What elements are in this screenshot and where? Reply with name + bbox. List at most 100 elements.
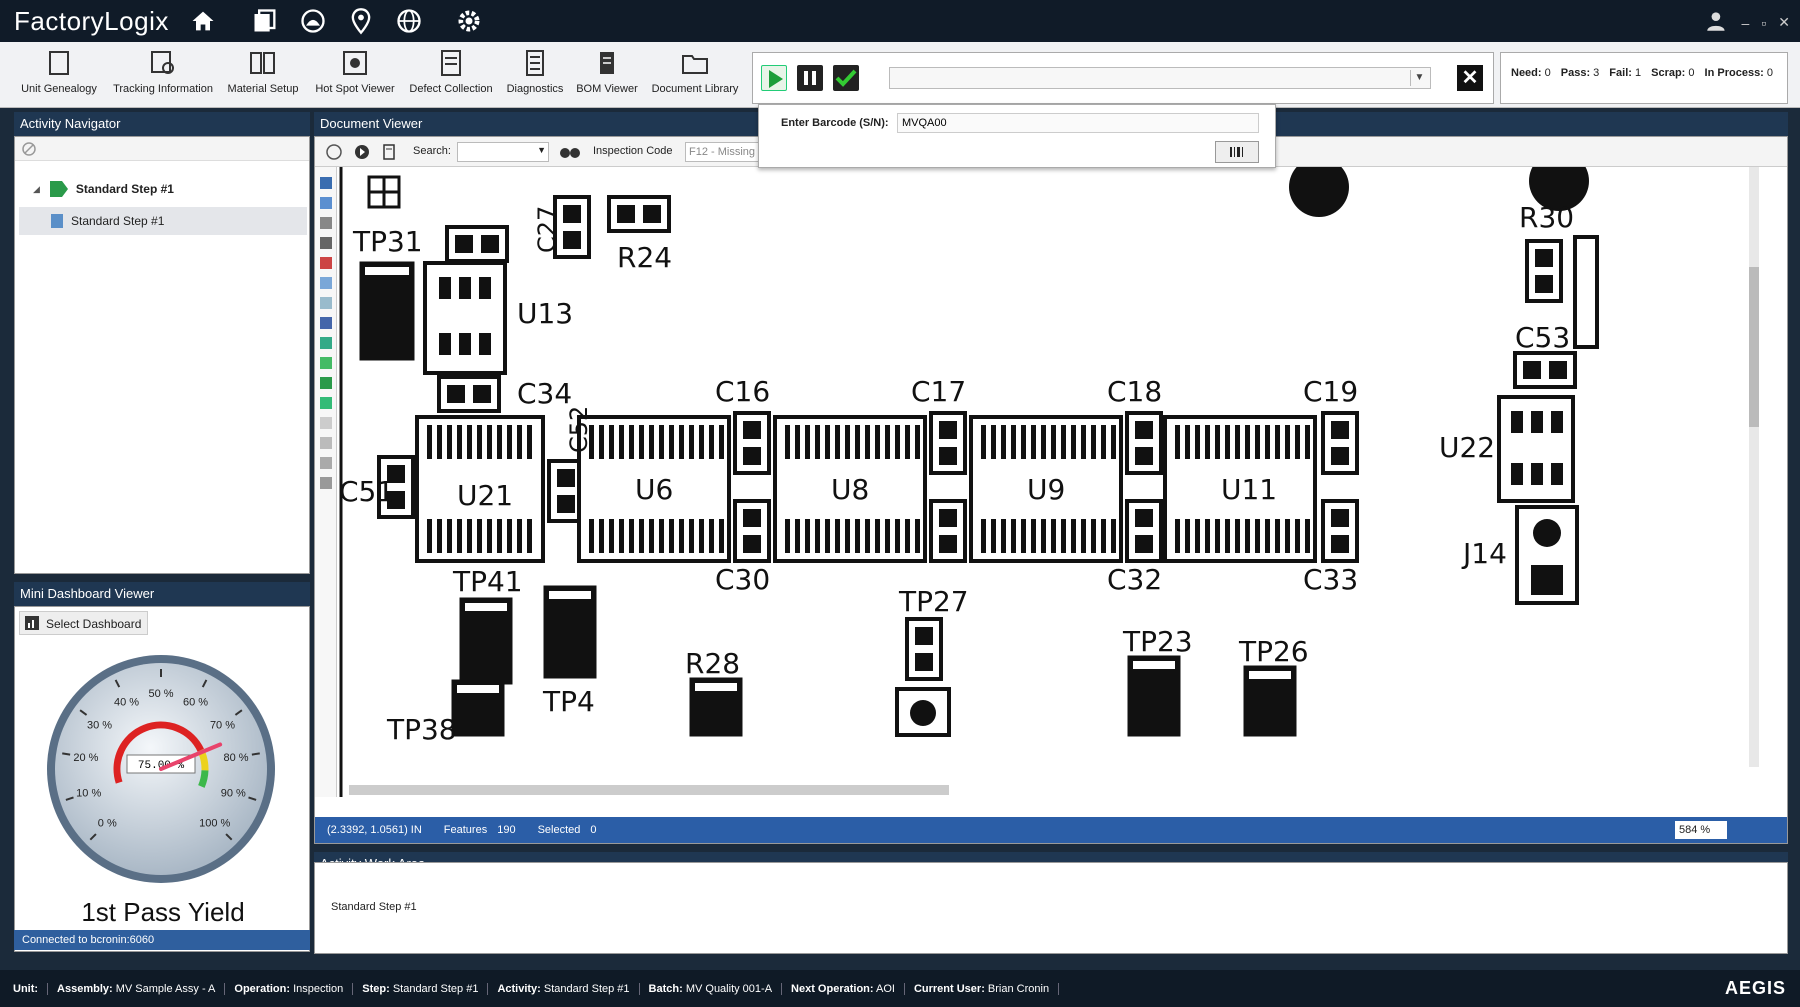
drawing-tool-icon[interactable] — [320, 357, 332, 369]
ic-pin — [1275, 425, 1280, 459]
horizontal-scrollbar[interactable] — [349, 785, 949, 795]
connector[interactable] — [1573, 235, 1599, 349]
ic-pin — [507, 519, 512, 553]
select-dashboard-button[interactable]: Select Dashboard — [19, 611, 149, 635]
ic-pin — [437, 425, 442, 459]
pause-icon — [804, 71, 816, 85]
drawing-tool-icon[interactable] — [320, 337, 332, 349]
drawing-tool-icon[interactable] — [320, 257, 332, 269]
status-activity: Activity: Standard Step #1 — [488, 982, 640, 995]
material-setup-button[interactable]: Material Setup — [218, 48, 308, 106]
drawing-tool-icon[interactable] — [320, 277, 332, 289]
document-library-button[interactable]: Document Library — [650, 48, 740, 106]
chevron-down-icon[interactable]: ▼ — [537, 145, 546, 155]
ic-pin — [805, 425, 810, 459]
vertical-scroll-thumb[interactable] — [1749, 267, 1759, 427]
tree-node-child[interactable]: Standard Step #1 — [19, 207, 307, 235]
drawing-tool-icon[interactable] — [320, 417, 332, 429]
drawing-tool-icon[interactable] — [320, 397, 332, 409]
zoom-level-input[interactable]: 584 % — [1675, 821, 1727, 839]
unit-counts: Need: 0 Pass: 3 Fail: 1 Scrap: 0 In Proc… — [1500, 52, 1788, 104]
confirm-button[interactable] — [833, 65, 859, 91]
tree-node-label: Standard Step #1 — [75, 182, 174, 196]
document-list-icon[interactable] — [381, 143, 399, 161]
pause-button[interactable] — [797, 65, 823, 91]
drawing-tool-icon[interactable] — [320, 317, 332, 329]
ic-pin — [1011, 425, 1016, 459]
drawing-tool-icon[interactable] — [320, 437, 332, 449]
pcb-canvas[interactable]: TP31 C27 R24 U13 C34 R30 C53 U22 J14 U21 C52 C51 U6 U… — [339, 167, 1779, 797]
restore-icon[interactable]: ▫ — [1761, 15, 1766, 31]
binoculars-icon[interactable] — [559, 144, 581, 160]
ic-pin — [477, 519, 482, 553]
home-icon[interactable] — [189, 7, 217, 35]
ic-pin — [1021, 519, 1026, 553]
ic-pin — [699, 519, 704, 553]
inspection-code-label: Inspection Code — [593, 145, 673, 157]
ic-pin — [1081, 519, 1086, 553]
work-area-step: Standard Step #1 — [331, 901, 417, 913]
ic-pin — [905, 519, 910, 553]
close-window-icon[interactable]: ✕ — [1778, 14, 1790, 31]
hot-spot-viewer-button[interactable]: Hot Spot Viewer — [310, 48, 400, 106]
test-point[interactable] — [543, 585, 597, 679]
pad — [1535, 275, 1553, 293]
pad — [1331, 509, 1349, 527]
component-label: TP26 — [1238, 635, 1309, 668]
barcode-submit-button[interactable] — [1215, 141, 1259, 163]
aegis-logo: AEGIS — [1724, 978, 1786, 998]
cloud-icon[interactable] — [299, 7, 327, 35]
forward-icon[interactable] — [353, 143, 371, 161]
ic-pin — [507, 425, 512, 459]
ic-pin — [1061, 425, 1066, 459]
close-scan-button[interactable]: ✕ — [1457, 65, 1483, 91]
drawing-tool-icon[interactable] — [320, 457, 332, 469]
ic-pin — [1215, 519, 1220, 553]
ic-pin — [447, 425, 452, 459]
chevron-down-icon[interactable]: ▼ — [1410, 70, 1428, 86]
globe-icon[interactable] — [395, 7, 423, 35]
user-icon[interactable] — [1704, 8, 1730, 37]
barcode-input[interactable] — [897, 113, 1259, 133]
pad — [557, 495, 575, 513]
bom-viewer-button[interactable]: BOM Viewer — [562, 48, 652, 106]
drawing-tool-icon[interactable] — [320, 217, 332, 229]
back-icon[interactable] — [325, 143, 343, 161]
drawing-tool-icon[interactable] — [320, 197, 332, 209]
filter-icon[interactable] — [21, 141, 37, 157]
search-dropdown[interactable]: ▼ — [457, 142, 549, 162]
drawing-tool-icon[interactable] — [320, 177, 332, 189]
tracking-information-button[interactable]: Tracking Information — [113, 48, 213, 106]
pad — [563, 205, 581, 223]
drawing-tool-icon[interactable] — [320, 237, 332, 249]
status-assembly: Assembly: MV Sample Assy - A — [48, 982, 226, 995]
ic-pin — [1185, 425, 1190, 459]
component-label: C30 — [715, 563, 770, 596]
play-button[interactable] — [761, 65, 787, 91]
test-point[interactable] — [359, 261, 415, 361]
location-pin-icon[interactable] — [347, 7, 375, 35]
drawing-tool-icon[interactable] — [320, 297, 332, 309]
pad — [939, 421, 957, 439]
inspection-code-dropdown[interactable]: F12 - Missing — [685, 142, 759, 162]
ic-pin — [805, 519, 810, 553]
scan-combobox[interactable]: ▼ — [889, 67, 1431, 89]
drawing-tool-icon[interactable] — [320, 477, 332, 489]
test-point[interactable] — [459, 597, 513, 685]
defect-collection-button[interactable]: Defect Collection — [406, 48, 496, 106]
pad — [1135, 421, 1153, 439]
unit-genealogy-button[interactable]: Unit Genealogy — [14, 48, 104, 106]
ic-pin — [1195, 425, 1200, 459]
ic-pin — [1265, 519, 1270, 553]
gear-icon[interactable] — [455, 7, 483, 35]
ic-pin — [1021, 425, 1026, 459]
vertical-scrollbar[interactable] — [1749, 167, 1759, 767]
tree-node-parent[interactable]: ◢ Standard Step #1 — [15, 175, 309, 203]
minimize-icon[interactable]: – — [1742, 15, 1750, 31]
gauge-tick-label: 70 % — [210, 719, 235, 731]
documents-icon[interactable] — [251, 7, 279, 35]
drawing-tool-icon[interactable] — [320, 377, 332, 389]
status-next-operation: Next Operation: AOI — [782, 982, 905, 995]
fail-count: Fail: 1 — [1609, 67, 1642, 79]
collapse-arrow-icon[interactable]: ◢ — [33, 175, 40, 203]
